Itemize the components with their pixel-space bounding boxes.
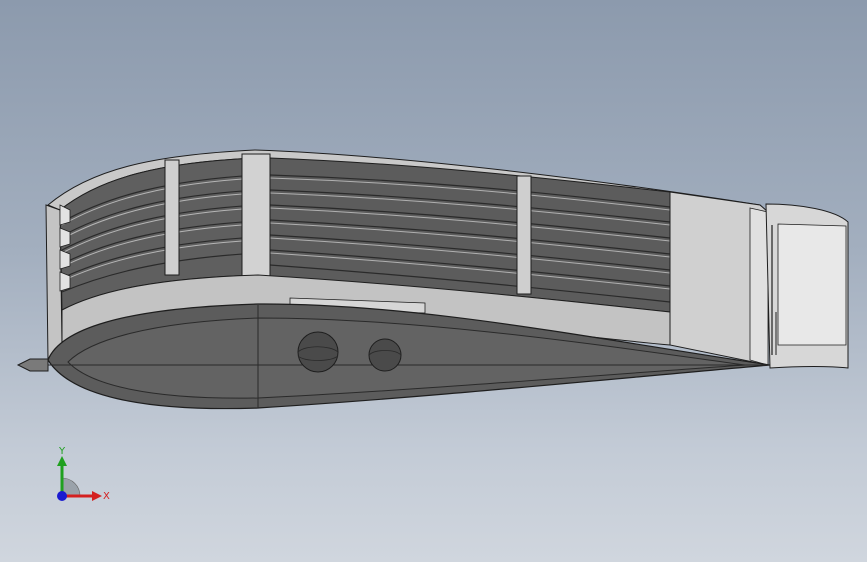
spar-post-1: [164, 159, 180, 276]
x-axis-label: X: [103, 491, 110, 502]
x-axis-arrowhead: [92, 491, 102, 501]
3d-viewport[interactable]: Y X: [0, 0, 867, 562]
y-axis-arrowhead: [57, 456, 67, 466]
z-axis-dot: [57, 491, 67, 501]
spar-post-3: [516, 175, 532, 295]
coordinate-triad: Y X: [57, 446, 110, 502]
airfoil-wing-model[interactable]: [0, 0, 867, 562]
nose-pin: [16, 358, 49, 372]
y-axis-label: Y: [58, 446, 66, 457]
rear-cap-face: [777, 223, 847, 346]
trailing-box-inner: [749, 207, 769, 366]
